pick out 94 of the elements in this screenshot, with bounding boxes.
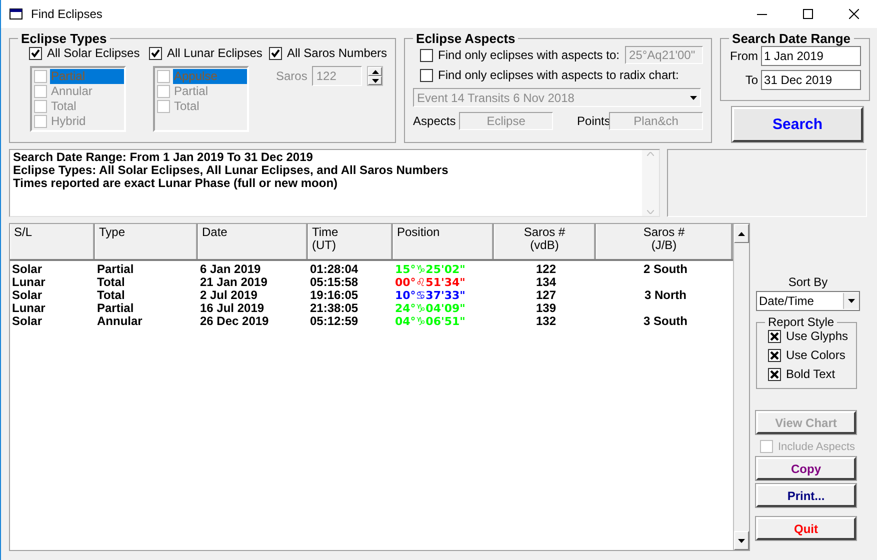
table-cell-text: 04°♑06'51" [394,315,466,328]
checkbox[interactable] [269,46,282,60]
sort-label: Sort By [787,275,829,289]
checkbox[interactable] [768,348,781,362]
column-header[interactable]: Saros # (vdB) [494,224,596,259]
action-button[interactable]: Quit [756,517,856,540]
checkbox-option[interactable]: All Saros Numbers [269,46,388,60]
table-cell-text: 132 [534,315,558,328]
report-line: Eclipse Types: All Solar Eclipses, All Lunar Eclipses, and All Saros Numbers [13,164,450,177]
column-header[interactable]: S/L [10,224,95,259]
report-line: Search Date Range: From 1 Jan 2019 To 31 Dec 2019 [13,151,314,164]
table-cell-text: 19:16:05 [309,289,360,302]
table-cell-text: 24°♑04'09" [394,302,466,315]
checkbox[interactable] [768,330,781,342]
checkbox[interactable] [768,368,781,380]
aspects-label: Aspects [413,114,457,128]
to-date-field[interactable]: 31 Dec 2019 [761,70,862,90]
checkbox-option[interactable]: All Lunar Eclipses [149,46,269,60]
search-button[interactable]: Search [732,107,864,142]
checkbox[interactable] [34,70,47,83]
to-label: To [745,73,758,87]
table-cell-text: 127 [534,289,558,302]
saros-label: Saros [276,69,308,83]
table-cell-text: 05:12:59 [309,315,360,328]
checkbox[interactable] [34,100,47,113]
caret-down-icon[interactable] [848,299,855,303]
group-title: Search Date Range [731,31,852,46]
scrollbar[interactable] [733,224,749,550]
caret-down-icon[interactable] [372,78,379,82]
column-header[interactable]: Date [198,224,308,259]
table-cell-text: 00°♌51'34" [394,276,466,289]
table-cell-text: 3 North [644,289,688,302]
close-icon[interactable] [849,9,859,19]
sort-dropdown[interactable]: Date/Time [756,291,860,311]
checkbox-option[interactable]: Use Colors [768,348,846,362]
checkbox[interactable] [157,70,170,83]
table-cell-text: Partial [96,263,135,276]
checkbox-option[interactable]: Use Glyphs [768,329,848,343]
caret-down-icon[interactable] [690,96,698,100]
from-date-field[interactable]: 1 Jan 2019 [761,46,862,66]
table-cell-text: 16 Jul 2019 [199,302,266,315]
table-cell-text: 6 Jan 2019 [199,263,262,276]
checkbox[interactable] [157,100,170,113]
checkbox[interactable] [34,115,47,128]
spin-control[interactable] [367,66,384,86]
group-title: Report Style [767,315,836,329]
table-cell-text: Solar [11,315,44,328]
caret-up-icon[interactable] [738,232,745,236]
table-cell-text: Total [96,276,126,289]
table-cell-text: 134 [534,276,558,289]
checkbox-option[interactable]: Find only eclipses with aspects to radix chart: [420,68,679,82]
table-cell-text: 122 [534,263,558,276]
checkbox[interactable] [149,46,162,60]
from-label: From [730,49,758,63]
checkbox[interactable] [157,85,170,98]
table-cell-text: Total [96,289,126,302]
points-label: Points [577,114,610,128]
caret-down-icon[interactable] [738,538,745,542]
checkbox-option[interactable]: All Solar Eclipses [29,46,149,60]
table-cell-text: Annular [96,315,144,328]
report-line: Times reported are exact Lunar Phase (full or new moon) [13,177,339,190]
group-title: Eclipse Types [20,31,108,46]
table-cell-text: 21:38:05 [309,302,360,315]
checkbox[interactable] [29,46,42,60]
checkbox-option[interactable]: Find only eclipses with aspects to: [420,48,626,62]
checkbox[interactable] [420,68,434,82]
table-cell-text: 139 [534,302,558,315]
table-cell-text: 05:15:58 [309,276,360,289]
table-cell-text: 2 South [642,263,688,276]
group-title: Eclipse Aspects [415,31,516,46]
column-header[interactable]: Position [393,224,494,259]
checkbox[interactable] [420,48,434,62]
table-cell-text: Solar [11,263,44,276]
app-icon [9,7,23,21]
column-header[interactable]: Time (UT) [308,224,393,259]
action-button[interactable]: Copy [756,457,856,480]
table-cell-text: Partial [96,302,135,315]
window-title: Find Eclipses [31,7,104,21]
table-cell-text: 26 Dec 2019 [199,315,270,328]
maximize-icon[interactable] [803,9,813,19]
table-cell-text: 10°♋37'33" [394,289,466,302]
table-cell-text: Solar [11,289,44,302]
checkbox-option[interactable]: Bold Text [768,367,836,381]
table-cell-text: 21 Jan 2019 [199,276,268,289]
column-header[interactable]: Type [95,224,198,259]
checkbox[interactable] [34,85,47,98]
action-button[interactable]: Print... [756,484,856,507]
caret-up-icon[interactable] [372,70,379,74]
table-cell-text: 15°♑25'02" [394,263,466,276]
table-cell-text: 3 South [642,315,688,328]
table-cell-text: 2 Jul 2019 [199,289,258,302]
table-cell-text: Lunar [11,276,46,289]
table-cell-text: 01:28:04 [309,263,360,276]
table-cell-text: Lunar [11,302,46,315]
